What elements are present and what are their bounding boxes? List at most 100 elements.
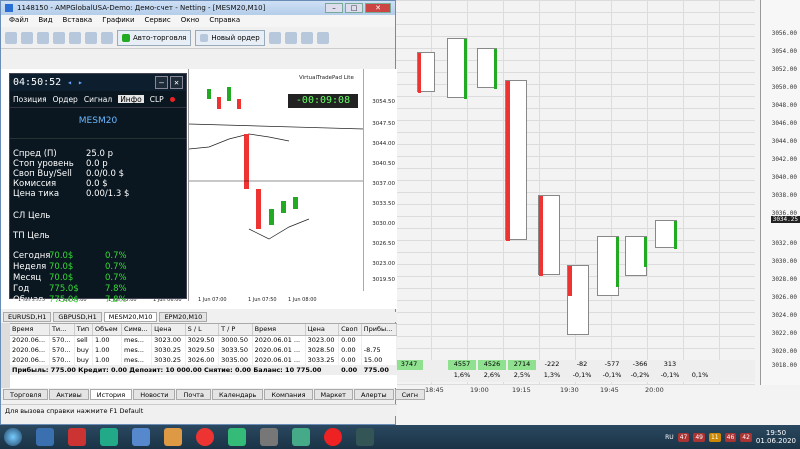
media-icon[interactable] <box>68 428 86 446</box>
prev-arrow-icon[interactable]: ◂ <box>67 78 72 87</box>
col-header[interactable]: S / L <box>185 324 220 336</box>
panel-close-button[interactable]: ✕ <box>170 76 183 89</box>
tray-badge[interactable]: 46 <box>724 432 737 442</box>
tab-info[interactable]: Инфо <box>118 95 144 104</box>
new-chart-icon[interactable] <box>5 31 17 44</box>
tray-badge[interactable]: 47 <box>677 432 690 442</box>
editor-icon[interactable] <box>101 31 113 44</box>
tab-mail[interactable]: Почта <box>176 389 211 400</box>
stat-row-week: Неделя 70.0$ 0.7% <box>10 262 186 273</box>
tray-badge[interactable]: 42 <box>740 432 752 442</box>
col-header[interactable]: Время <box>10 324 50 336</box>
app-icon[interactable] <box>164 428 182 446</box>
table-row[interactable]: 2020.06... 570... buy 1.00 mes... 3030.25 3026… <box>10 355 398 365</box>
start-button[interactable] <box>4 428 22 446</box>
history-table[interactable]: Время Ти... Тип Объем Симв... Цена S / L… <box>10 323 398 388</box>
app-icon[interactable] <box>100 428 118 446</box>
terminal-window[interactable]: 1148150 - AMPGlobalUSA-Demo: Демо-счет -… <box>0 0 426 425</box>
market-watch-icon[interactable] <box>37 31 49 44</box>
chart-tab-active[interactable]: MESM20,M10 <box>103 312 158 322</box>
footprint-bar <box>655 220 677 249</box>
stat-label: Общая <box>13 295 44 305</box>
tab-market[interactable]: Маркет <box>313 389 353 400</box>
tab-alerts[interactable]: Алерты <box>353 389 394 400</box>
chart-tab[interactable]: GBPUSD,H1 <box>53 312 102 322</box>
new-order-button[interactable]: Новый ордер <box>195 29 265 46</box>
col-header[interactable]: T / P <box>218 324 253 336</box>
menu-window[interactable]: Окно <box>181 16 200 26</box>
minimize-button[interactable]: – <box>325 3 343 13</box>
col-header[interactable]: Прибы... <box>361 324 398 336</box>
panel-minimize-button[interactable]: – <box>155 76 168 89</box>
col-header[interactable]: Симв... <box>121 324 153 336</box>
tab-clp[interactable]: CLP <box>150 95 164 104</box>
profiles-icon[interactable] <box>21 31 33 44</box>
tab-news[interactable]: Новости <box>133 389 176 400</box>
summary-profit: 775.00 <box>361 365 398 375</box>
menu-insert[interactable]: Вставка <box>63 16 93 26</box>
line-chart-icon[interactable] <box>300 31 313 44</box>
table-row[interactable]: 2020.06... 570... sell 1.00 mes... 3023.00 302… <box>10 335 398 345</box>
explorer-icon[interactable] <box>36 428 54 446</box>
tab-calendar[interactable]: Календарь <box>211 389 264 400</box>
chart-tab[interactable]: EURUSD,H1 <box>3 312 52 322</box>
close-button[interactable]: ✕ <box>365 3 391 13</box>
tab-order[interactable]: Ордер <box>53 95 78 104</box>
next-arrow-icon[interactable]: ▸ <box>78 78 83 87</box>
mini-price-scale[interactable]: 3054.50 3047.50 3044.00 3040.50 3037.00 … <box>363 69 397 291</box>
delta-pct: -0,1% <box>660 371 680 379</box>
tray-badge[interactable]: 49 <box>693 432 705 442</box>
footprint-bar <box>417 52 435 93</box>
menu-charts[interactable]: Графики <box>102 16 134 26</box>
menu-tools[interactable]: Сервис <box>145 16 171 26</box>
terminal-icon[interactable] <box>69 31 81 44</box>
chart-tab[interactable]: EPM20,M10 <box>159 312 208 322</box>
opera-icon[interactable] <box>324 428 342 446</box>
bar-timer: -00:09:08 <box>288 94 358 108</box>
tab-trade[interactable]: Торговля <box>3 389 49 400</box>
language-indicator[interactable]: RU <box>665 434 674 441</box>
price-scale[interactable]: 3056.00 3054.00 3052.00 3050.00 3048.00 … <box>760 0 800 385</box>
maximize-button[interactable]: □ <box>345 3 363 13</box>
cell: 0.00 <box>338 355 362 365</box>
col-header[interactable]: Время <box>252 324 306 336</box>
tester-icon[interactable] <box>85 31 97 44</box>
browser-icon[interactable] <box>196 428 214 446</box>
app-icon[interactable] <box>260 428 278 446</box>
tray-badge[interactable]: 11 <box>708 432 721 442</box>
footprint-chart[interactable]: — ❐ ✕ 3747 4557 4526 2714 -222 -82 -577 … <box>395 0 800 425</box>
candle-chart-icon[interactable] <box>284 31 297 44</box>
bar-chart-icon[interactable] <box>268 31 281 44</box>
trade-pad-panel[interactable]: 04:50:52 ◂ ▸ – ✕ Позиция Ордер Сигнал Ин… <box>9 73 187 305</box>
menu-view[interactable]: Вид <box>38 16 52 26</box>
col-header[interactable]: Цена <box>151 324 186 336</box>
col-header[interactable]: Тип <box>74 324 94 336</box>
tab-history[interactable]: История <box>89 389 133 400</box>
tab-signals[interactable]: Сигн <box>394 389 426 400</box>
tab-company[interactable]: Компания <box>264 389 313 400</box>
tab-assets[interactable]: Активы <box>49 389 89 400</box>
auto-trading-button[interactable]: Авто-торговля <box>117 29 192 46</box>
terminal-icon[interactable] <box>132 428 150 446</box>
clock[interactable]: 19:50 01.06.2020 <box>756 429 796 445</box>
app-icon[interactable] <box>228 428 246 446</box>
title-bar[interactable]: 1148150 - AMPGlobalUSA-Demo: Демо-счет -… <box>1 1 395 15</box>
price-label: 3047.50 <box>372 121 395 127</box>
table-header-row: Время Ти... Тип Объем Симв... Цена S / L… <box>10 324 398 336</box>
app-icon[interactable] <box>356 428 374 446</box>
col-header[interactable]: Ти... <box>49 324 75 336</box>
zoom-in-icon[interactable] <box>316 31 329 44</box>
app-icon[interactable] <box>292 428 310 446</box>
col-header[interactable]: Цена <box>305 324 340 336</box>
panel-header[interactable]: 04:50:52 ◂ ▸ – ✕ <box>10 74 186 91</box>
price-label: 3030.00 <box>372 221 395 227</box>
menu-file[interactable]: Файл <box>9 16 28 26</box>
delta-cell: 4526 <box>478 360 506 370</box>
tab-position[interactable]: Позиция <box>13 95 47 104</box>
menu-help[interactable]: Справка <box>209 16 240 26</box>
table-row[interactable]: 2020.06... 570... buy 1.00 mes... 3030.25 3029… <box>10 345 398 355</box>
col-header[interactable]: Своп <box>338 324 362 336</box>
col-header[interactable]: Объем <box>92 324 123 336</box>
navigator-icon[interactable] <box>53 31 65 44</box>
tab-signal[interactable]: Сигнал <box>84 95 112 104</box>
